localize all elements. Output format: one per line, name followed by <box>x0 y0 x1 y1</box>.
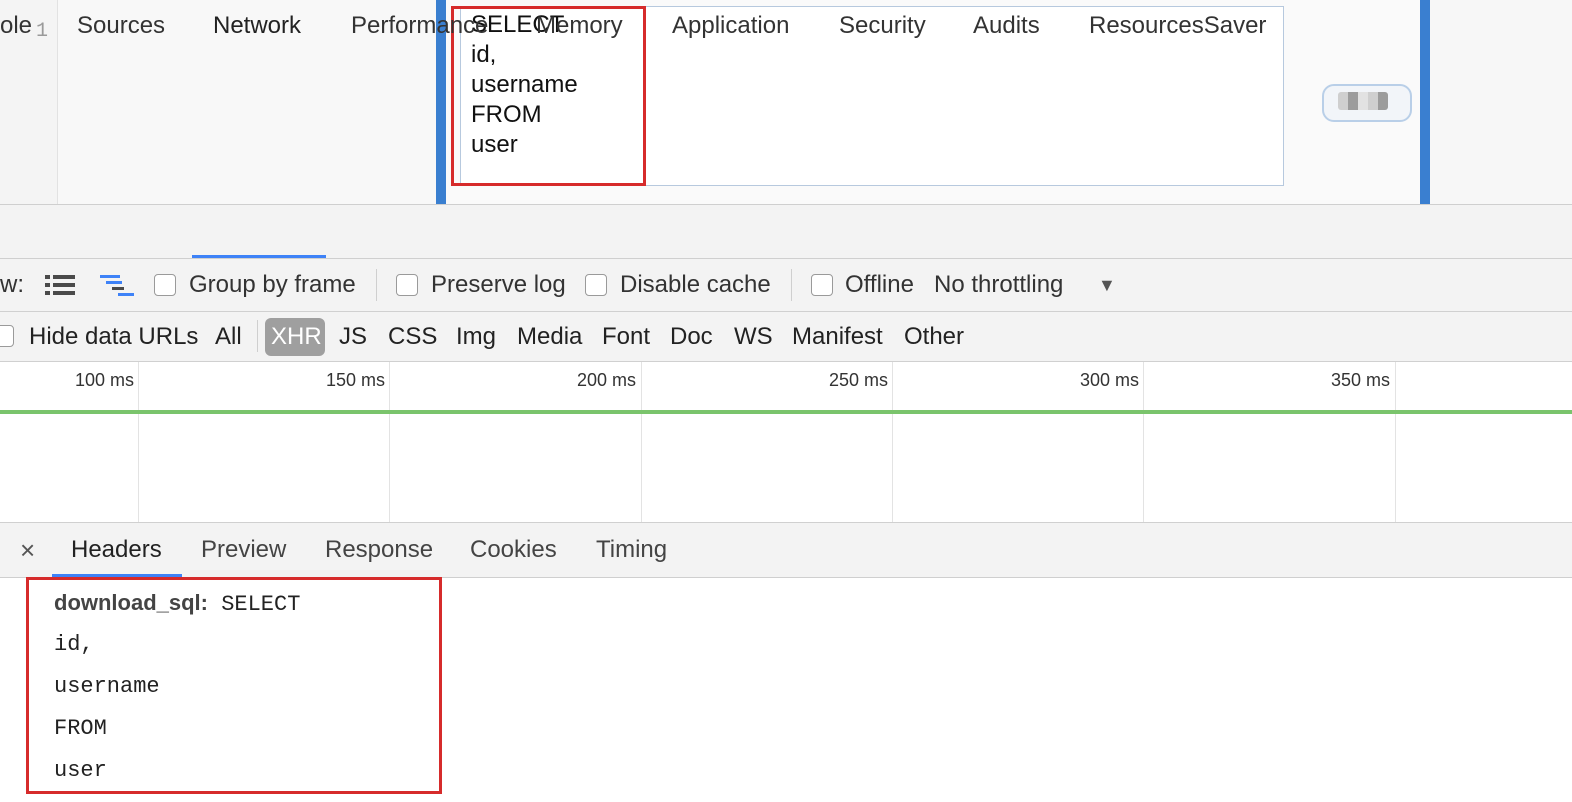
close-icon[interactable]: × <box>20 523 35 577</box>
group-by-frame-label: Group by frame <box>189 271 356 298</box>
tab-cookies[interactable]: Cookies <box>470 523 557 577</box>
timeline-tick-label: 200 ms <box>576 370 636 390</box>
timeline-tick-label: 100 ms <box>74 370 134 390</box>
disable-cache-label: Disable cache <box>620 271 771 298</box>
filter-xhr[interactable]: XHR <box>271 312 322 361</box>
divider <box>791 269 792 301</box>
tab-application[interactable]: Application <box>672 0 789 53</box>
timeline-gridline <box>389 362 390 522</box>
large-rows-icon[interactable] <box>45 274 75 296</box>
divider <box>376 269 377 301</box>
timeline-tick-label: 300 ms <box>1079 370 1139 390</box>
header-highlight-box <box>26 577 442 794</box>
timeline-tick-label: 350 ms <box>1330 370 1390 390</box>
offline-checkbox[interactable] <box>811 274 833 296</box>
tab-resourcessaver[interactable]: ResourcesSaver <box>1089 0 1266 53</box>
timeline-gridline <box>1395 362 1396 522</box>
offline-label: Offline <box>845 271 914 298</box>
filter-all[interactable]: All <box>215 312 242 361</box>
dom-content-loaded-line <box>0 410 1572 414</box>
timeline-gridline <box>138 362 139 522</box>
timeline-tick-label: 250 ms <box>828 370 888 390</box>
waterfall-icon[interactable] <box>100 274 134 298</box>
devtools-tabbar <box>0 205 1572 259</box>
tab-audits[interactable]: Audits <box>973 0 1040 53</box>
blurred-label <box>1338 92 1388 110</box>
timeline-tick-label: 150 ms <box>325 370 385 390</box>
tab-performance[interactable]: Performance <box>351 0 488 53</box>
tab-network[interactable]: Network <box>213 0 301 53</box>
filter-manifest[interactable]: Manifest <box>792 312 883 361</box>
filter-other[interactable]: Other <box>904 312 964 361</box>
filter-ws[interactable]: WS <box>734 312 773 361</box>
tab-security[interactable]: Security <box>839 0 926 53</box>
active-tab-indicator <box>192 255 326 258</box>
group-by-frame-checkbox[interactable] <box>154 274 176 296</box>
tab-preview[interactable]: Preview <box>201 523 286 577</box>
timeline-gridline <box>641 362 642 522</box>
timeline-gridline <box>892 362 893 522</box>
filter-css[interactable]: CSS <box>388 312 437 361</box>
throttling-select[interactable]: No throttling <box>934 259 1063 311</box>
panel-border-right <box>1420 0 1430 204</box>
tab-console[interactable]: ole <box>0 0 32 53</box>
chevron-down-icon[interactable]: ▼ <box>1098 259 1116 311</box>
tab-sources[interactable]: Sources <box>77 0 165 53</box>
tab-headers[interactable]: Headers <box>71 523 162 577</box>
filter-media[interactable]: Media <box>517 312 582 361</box>
hide-data-urls-checkbox[interactable] <box>0 325 14 347</box>
tab-memory[interactable]: Memory <box>536 0 623 53</box>
tab-timing[interactable]: Timing <box>596 523 667 577</box>
preserve-log-checkbox[interactable] <box>396 274 418 296</box>
filter-js[interactable]: JS <box>339 312 367 361</box>
view-label: w: <box>0 271 24 298</box>
disable-cache-checkbox[interactable] <box>585 274 607 296</box>
filter-doc[interactable]: Doc <box>670 312 713 361</box>
filter-img[interactable]: Img <box>456 312 496 361</box>
filter-font[interactable]: Font <box>602 312 650 361</box>
tab-response[interactable]: Response <box>325 523 433 577</box>
divider <box>257 320 258 352</box>
preserve-log-label: Preserve log <box>431 271 566 298</box>
timeline-gridline <box>1143 362 1144 522</box>
hide-data-urls-label: Hide data URLs <box>29 323 199 350</box>
